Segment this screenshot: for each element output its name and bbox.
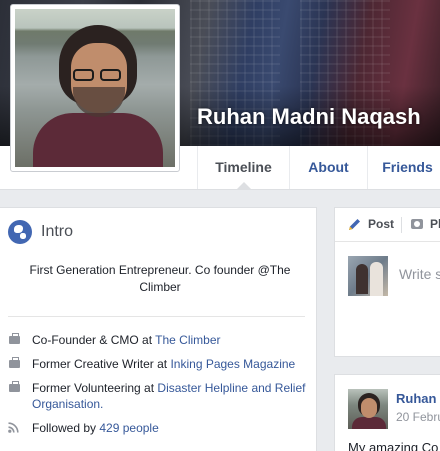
rss-icon (8, 422, 19, 433)
intro-facts: Co-Founder & CMO at The Climber Former C… (8, 332, 308, 444)
fact-link[interactable]: The Climber (155, 333, 220, 347)
fact-text: Former Volunteering at (32, 381, 158, 395)
tab-friends[interactable]: Friends (367, 146, 440, 189)
briefcase-icon (9, 357, 20, 368)
post-date[interactable]: 20 Febru (396, 410, 440, 424)
profile-picture[interactable] (10, 4, 180, 172)
intro-fact-followers: Followed by 429 people (8, 420, 308, 436)
post-composer: Post Pl Write s (334, 207, 440, 357)
avatar[interactable] (348, 389, 388, 429)
divider (401, 217, 402, 233)
globe-icon (8, 220, 32, 244)
composer-post-tab[interactable]: Post (368, 217, 394, 231)
intro-bio: First Generation Entrepreneur. Co founde… (29, 263, 291, 294)
intro-header: Intro (8, 220, 73, 244)
fact-link[interactable]: 429 people (99, 421, 158, 435)
timeline-post: Ruhan 20 Febru My amazing Co (334, 374, 440, 451)
fact-text: Former Creative Writer at (32, 357, 171, 371)
composer-tabs: Post Pl (335, 208, 440, 242)
avatar (348, 256, 388, 296)
tab-about[interactable]: About (289, 146, 367, 189)
camera-icon (411, 219, 423, 229)
intro-card: Intro First Generation Entrepreneur. Co … (0, 207, 317, 451)
post-author[interactable]: Ruhan (396, 391, 436, 406)
tab-timeline[interactable]: Timeline (197, 146, 289, 190)
profile-name[interactable]: Ruhan Madni Naqash (197, 104, 421, 130)
composer-input[interactable]: Write s (399, 266, 440, 282)
fact-text: Followed by (32, 421, 100, 435)
briefcase-icon (9, 381, 20, 392)
profile-photo (15, 9, 175, 167)
post-text: My amazing Co (348, 440, 439, 451)
intro-title: Intro (41, 223, 74, 240)
briefcase-icon (9, 333, 20, 344)
divider (8, 316, 305, 317)
intro-fact-work: Co-Founder & CMO at The Climber (8, 332, 308, 348)
composer-photo-tab[interactable]: Pl (430, 217, 440, 231)
intro-fact-work: Former Volunteering at Disaster Helpline… (8, 380, 308, 412)
pencil-icon (349, 219, 360, 230)
intro-fact-work: Former Creative Writer at Inking Pages M… (8, 356, 308, 372)
fact-text: Co-Founder & CMO at (32, 333, 156, 347)
fact-link[interactable]: Inking Pages Magazine (170, 357, 295, 371)
